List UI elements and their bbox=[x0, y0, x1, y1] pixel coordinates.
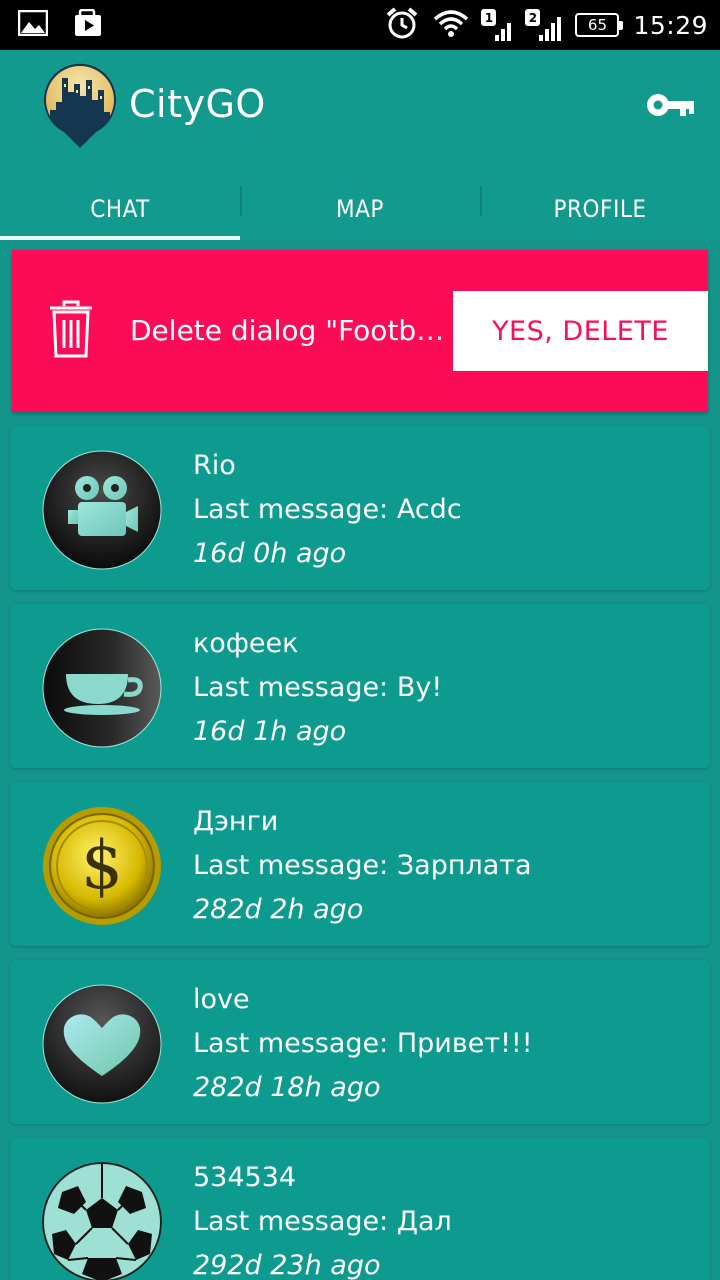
wifi-icon bbox=[433, 9, 469, 41]
sim1-signal-icon: 1 bbox=[481, 9, 513, 41]
chat-last-message: Last message: Зарплата bbox=[193, 850, 532, 881]
soccer-ball-icon bbox=[42, 1162, 162, 1280]
svg-text:$: $ bbox=[81, 827, 123, 904]
movie-camera-icon bbox=[42, 450, 162, 570]
chat-name: Rio bbox=[193, 450, 236, 481]
sim2-signal-icon: 2 bbox=[525, 9, 562, 41]
key-icon[interactable] bbox=[646, 90, 696, 120]
chat-item-dengi[interactable]: $ Дэнги Last message: Зарплата 282d 2h a… bbox=[10, 782, 710, 946]
chat-time: 292d 23h ago bbox=[193, 1250, 381, 1280]
chat-time: 16d 0h ago bbox=[193, 538, 347, 569]
clock: 15:29 bbox=[633, 10, 708, 40]
chat-time: 16d 1h ago bbox=[193, 716, 347, 747]
app-bar: CityGO CHAT MAP PROFILE bbox=[0, 50, 720, 241]
yes-delete-button[interactable]: YES, DELETE bbox=[453, 291, 708, 371]
chat-last-message: Last message: By! bbox=[193, 672, 443, 703]
alarm-icon bbox=[385, 6, 419, 44]
tab-map[interactable]: MAP bbox=[240, 178, 480, 240]
city-pin-logo bbox=[42, 62, 118, 148]
chat-last-message: Last message: Привет!!! bbox=[193, 1028, 533, 1059]
status-bar: 1 2 65 15:29 bbox=[0, 0, 720, 50]
play-store-icon bbox=[74, 8, 104, 41]
chat-name: кофеек bbox=[193, 628, 299, 659]
heart-icon bbox=[42, 984, 162, 1104]
app-title: CityGO bbox=[129, 82, 266, 126]
tab-chat[interactable]: CHAT bbox=[0, 178, 240, 240]
chat-item-love[interactable]: love Last message: Привет!!! 282d 18h ag… bbox=[10, 960, 710, 1124]
chat-item-rio[interactable]: Rio Last message: Acdc 16d 0h ago bbox=[10, 426, 710, 590]
tab-bar: CHAT MAP PROFILE bbox=[0, 178, 720, 240]
image-icon bbox=[17, 9, 49, 40]
trash-icon bbox=[48, 300, 94, 358]
chat-name: love bbox=[193, 984, 250, 1015]
chat-item-534534[interactable]: 534534 Last message: Дал 292d 23h ago bbox=[10, 1138, 710, 1280]
coffee-cup-icon bbox=[42, 628, 162, 748]
tab-profile[interactable]: PROFILE bbox=[480, 178, 720, 240]
chat-time: 282d 2h ago bbox=[193, 894, 364, 925]
delete-prompt-text: Delete dialog "Football... bbox=[130, 314, 448, 347]
chat-time: 282d 18h ago bbox=[193, 1072, 381, 1103]
chat-last-message: Last message: Acdc bbox=[193, 494, 462, 525]
chat-last-message: Last message: Дал bbox=[193, 1206, 452, 1237]
chat-item-kofeek[interactable]: кофеек Last message: By! 16d 1h ago bbox=[10, 604, 710, 768]
delete-dialog-prompt: Delete dialog "Football... YES, DELETE bbox=[12, 250, 708, 412]
chat-name: 534534 bbox=[193, 1162, 297, 1193]
chat-list: Delete dialog "Football... YES, DELETE R… bbox=[0, 240, 720, 1280]
chat-name: Дэнги bbox=[193, 806, 279, 837]
dollar-coin-icon: $ bbox=[42, 806, 162, 926]
battery-icon: 65 bbox=[575, 13, 624, 37]
